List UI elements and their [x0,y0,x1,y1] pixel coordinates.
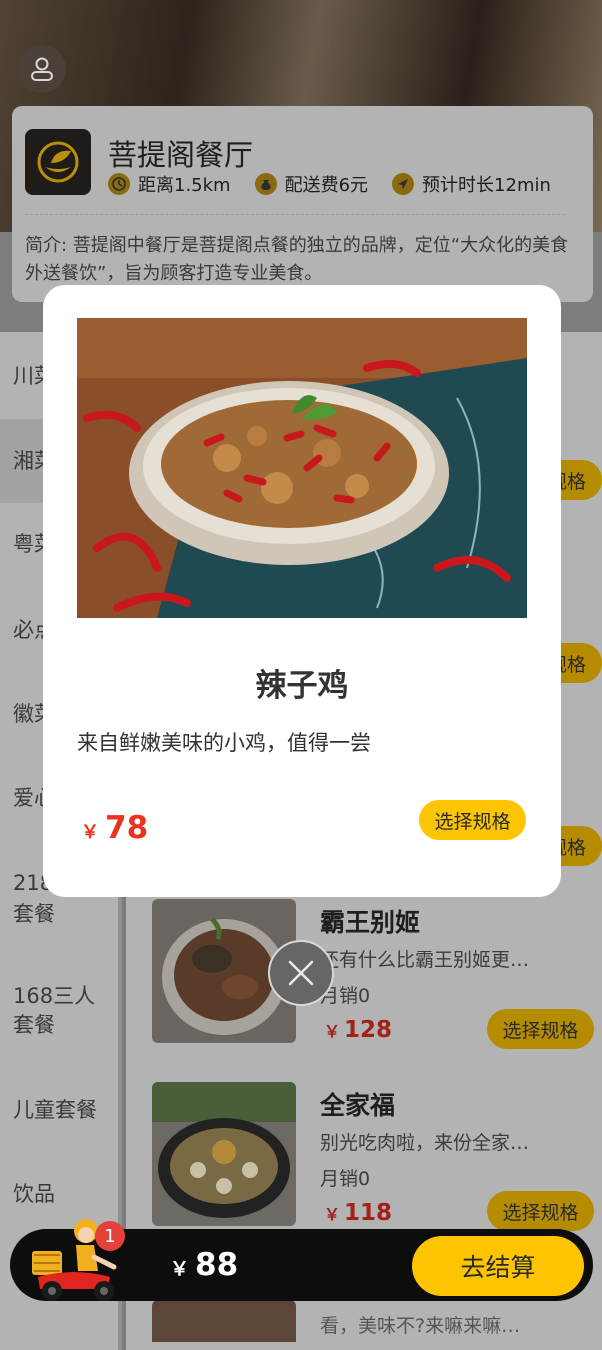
currency-symbol: ￥ [81,822,99,843]
close-icon [288,960,314,986]
money-bag-icon [254,173,277,195]
category-item[interactable]: 儿童套餐 [0,1096,118,1124]
dish-thumbnail [152,1082,296,1226]
price-value: 118 [344,1200,393,1226]
dish-detail-modal: 辣子鸡 来自鲜嫩美味的小鸡，值得一尝 ￥ 78 选择规格 [43,285,561,897]
clock-icon [108,173,130,195]
currency-symbol: ￥ [170,1258,190,1280]
category-item[interactable]: 168三人 套餐 [0,982,118,1040]
monthly-sales: 月销0 [320,1168,371,1190]
price-value: 78 [105,810,149,846]
divider [25,214,565,215]
close-modal-button[interactable] [268,940,334,1006]
cart-count-badge: 1 [95,1221,125,1251]
dish-thumbnail [152,1300,296,1342]
currency-symbol: ￥ [324,1205,341,1224]
dish-photo [77,318,527,618]
price-value: 128 [344,1017,393,1043]
dish-description: 还有什么比霸王别姬更… [320,949,530,971]
dish-name: 霸王别姬 [320,908,421,937]
user-icon [31,57,53,81]
restaurant-meta: 距离1.5km 配送费6元 预计时长12min [108,171,575,197]
dish-description: 看，美味不?来嘛来嘛… [320,1315,521,1337]
modal-dish-price: ￥ 78 [81,810,148,846]
select-spec-button[interactable]: 选择规格 [487,1009,594,1049]
modal-dish-description: 来自鲜嫩美味的小鸡，值得一尝 [77,731,371,755]
delivery-courier-icon[interactable] [24,1205,132,1305]
currency-symbol: ￥ [324,1022,341,1041]
delivery-fee-info: 配送费6元 [254,171,369,197]
distance-info: 距离1.5km [108,171,231,197]
eta-text: 预计时长12min [422,175,551,196]
modal-select-spec-button[interactable]: 选择规格 [419,800,526,840]
cart-total-value: 88 [195,1247,239,1283]
eta-info: 预计时长12min [392,171,551,197]
restaurant-name: 菩提阁餐厅 [108,138,254,172]
distance-text: 距离1.5km [138,175,231,196]
user-avatar-button[interactable] [18,45,66,93]
cart-total: ￥ 88 [170,1247,238,1283]
dish-price: ￥ 128 [324,1017,392,1043]
dish-description: 别光吃肉啦，来份全家… [320,1132,530,1154]
dish-name: 全家福 [320,1091,396,1120]
dish-price: ￥ 118 [324,1200,392,1226]
modal-dish-title: 辣子鸡 [255,668,349,704]
restaurant-intro: 简介: 菩提阁中餐厅是菩提阁点餐的独立的品牌，定位“大众化的美食外送餐饮”，旨为… [25,235,569,284]
category-item[interactable]: 饮品 [0,1180,118,1208]
checkout-button[interactable]: 去结算 [412,1236,584,1296]
delivery-fee-text: 配送费6元 [284,175,369,196]
restaurant-info-card: 菩提阁餐厅 距离1.5km 配送费6元 预计时长12min 简介: 菩提阁中餐厅… [12,106,593,302]
restaurant-logo [25,129,91,195]
select-spec-button[interactable]: 选择规格 [487,1191,594,1231]
navigation-icon [392,173,415,195]
